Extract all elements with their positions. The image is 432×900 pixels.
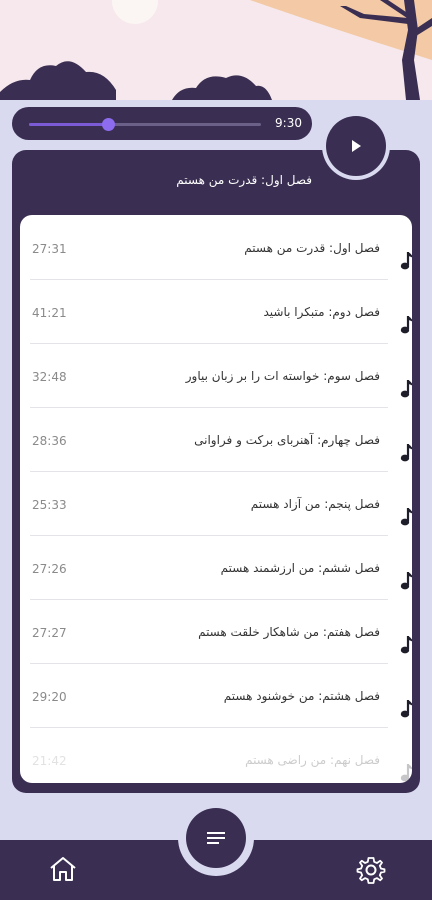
seek-bar-progress xyxy=(29,123,108,126)
chapter-title: فصل نهم: من راضی هستم xyxy=(245,753,380,767)
home-button[interactable] xyxy=(48,855,78,887)
home-icon xyxy=(50,857,76,881)
chapter-row[interactable]: فصل اول: قدرت من هستم 27:31 xyxy=(30,215,412,280)
audio-player-bar: 9:30 xyxy=(12,107,312,140)
chapter-title: فصل دوم: متبکرا باشید xyxy=(263,305,380,319)
chapter-row[interactable]: فصل هفتم: من شاهکار خلقت هستم 27:27 xyxy=(30,599,412,664)
chapter-row[interactable]: فصل چهارم: آهنربای برکت و فراوانی 28:36 xyxy=(30,407,412,472)
chapter-row[interactable]: فصل نهم: من راضی هستم 21:42 xyxy=(30,727,412,783)
chapter-row[interactable]: فصل ششم: من ارزشمند هستم 27:26 xyxy=(30,535,412,600)
menu-button[interactable] xyxy=(186,808,246,868)
chapter-title: فصل اول: قدرت من هستم xyxy=(244,241,380,255)
chapter-row[interactable]: فصل سوم: خواسته ات را بر زبان بیاور 32:48 xyxy=(30,343,412,408)
music-note-icon xyxy=(400,763,412,783)
music-note-icon xyxy=(400,379,412,403)
music-note-icon xyxy=(400,251,412,275)
chapter-title: فصل هشتم: من خوشنود هستم xyxy=(223,689,380,703)
seek-bar[interactable] xyxy=(29,118,261,131)
music-note-icon xyxy=(400,571,412,595)
chapter-title: فصل ششم: من ارزشمند هستم xyxy=(220,561,380,575)
menu-icon xyxy=(207,832,225,844)
now-playing-title: فصل اول: قدرت من هستم xyxy=(176,173,312,187)
landscape-illustration xyxy=(0,0,432,100)
chapter-duration: 25:33 xyxy=(32,498,67,512)
chapter-duration: 27:26 xyxy=(32,562,67,576)
music-note-icon xyxy=(400,507,412,531)
gear-icon xyxy=(356,857,386,884)
chapter-title: فصل هفتم: من شاهکار خلقت هستم xyxy=(198,625,380,639)
chapter-title: فصل چهارم: آهنربای برکت و فراوانی xyxy=(194,433,380,447)
music-note-icon xyxy=(400,635,412,659)
music-note-icon xyxy=(400,699,412,723)
music-note-icon xyxy=(400,443,412,467)
music-note-icon xyxy=(400,315,412,339)
seek-knob[interactable] xyxy=(101,118,115,131)
chapter-title: فصل سوم: خواسته ات را بر زبان بیاور xyxy=(185,369,380,383)
chapter-row[interactable]: فصل هشتم: من خوشنود هستم 29:20 xyxy=(30,663,412,728)
chapter-row[interactable]: فصل دوم: متبکرا باشید 41:21 xyxy=(30,279,412,344)
settings-button[interactable] xyxy=(356,855,386,889)
chapter-duration: 27:27 xyxy=(32,626,67,640)
chapter-duration: 28:36 xyxy=(32,434,67,448)
chapter-duration: 32:48 xyxy=(32,370,67,384)
play-button[interactable] xyxy=(326,116,386,176)
chapter-title: فصل پنجم: من آزاد هستم xyxy=(250,497,380,511)
play-icon xyxy=(352,140,361,152)
playback-time: 9:30 xyxy=(275,116,302,130)
chapter-duration: 41:21 xyxy=(32,306,67,320)
chapter-duration: 29:20 xyxy=(32,690,67,704)
chapter-duration: 27:31 xyxy=(32,242,67,256)
header-illustration xyxy=(0,0,432,110)
chapter-duration: 21:42 xyxy=(32,754,67,768)
chapter-row[interactable]: فصل پنجم: من آزاد هستم 25:33 xyxy=(30,471,412,536)
chapter-list: فصل اول: قدرت من هستم 27:31 فصل دوم: متبکر… xyxy=(20,215,412,783)
